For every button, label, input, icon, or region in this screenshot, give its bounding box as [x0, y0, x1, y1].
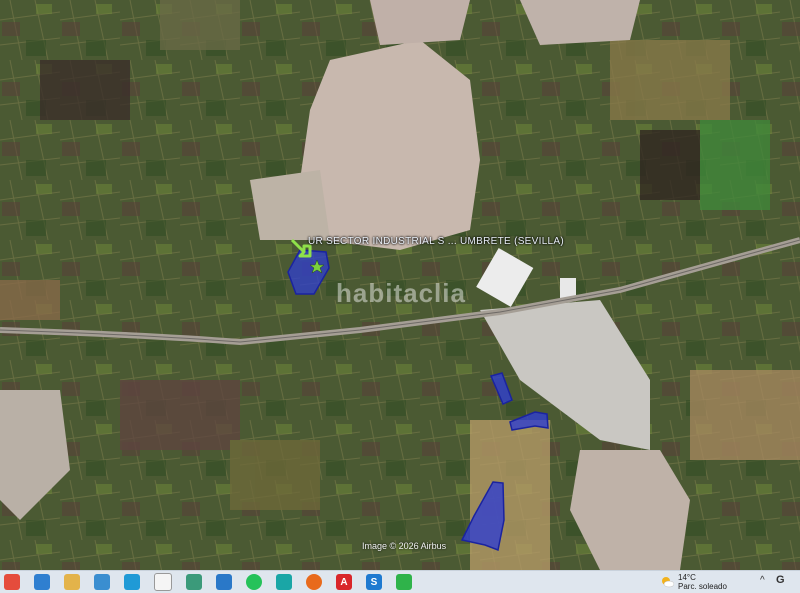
- photos-icon[interactable]: [94, 574, 110, 590]
- globe-icon[interactable]: [186, 574, 202, 590]
- folder-icon[interactable]: [64, 574, 80, 590]
- weather-widget[interactable]: 14°C Parc. soleado: [660, 573, 727, 591]
- teams-icon[interactable]: [276, 574, 292, 590]
- sun-cloud-icon: [662, 577, 674, 588]
- acrobat-icon[interactable]: A: [336, 574, 352, 590]
- watermark: habitaclia: [336, 278, 466, 308]
- file-icon[interactable]: [154, 573, 172, 591]
- place-label: UR SECTOR INDUSTRIAL S ... UMBRETE (SEVI…: [308, 236, 565, 247]
- imagery-credit: Image © 2026 Airbus: [362, 541, 447, 551]
- tray-app-icon[interactable]: G: [776, 574, 785, 586]
- edge-icon[interactable]: [124, 574, 140, 590]
- tray-expand-icon[interactable]: ^: [760, 575, 765, 586]
- weather-temp: 14°C: [678, 573, 696, 582]
- chrome-icon[interactable]: [4, 574, 20, 590]
- maps-icon[interactable]: [34, 574, 50, 590]
- weather-condition: Parc. soleado: [678, 582, 727, 591]
- firefox-icon[interactable]: [306, 574, 322, 590]
- s-app-icon[interactable]: S: [366, 574, 382, 590]
- store-icon[interactable]: [216, 574, 232, 590]
- whatsapp-icon[interactable]: [246, 574, 262, 590]
- green-app-icon[interactable]: [396, 574, 412, 590]
- taskbar: A S 14°C Parc. soleado ^ G: [0, 570, 800, 593]
- weather-text: 14°C Parc. soleado: [678, 573, 727, 591]
